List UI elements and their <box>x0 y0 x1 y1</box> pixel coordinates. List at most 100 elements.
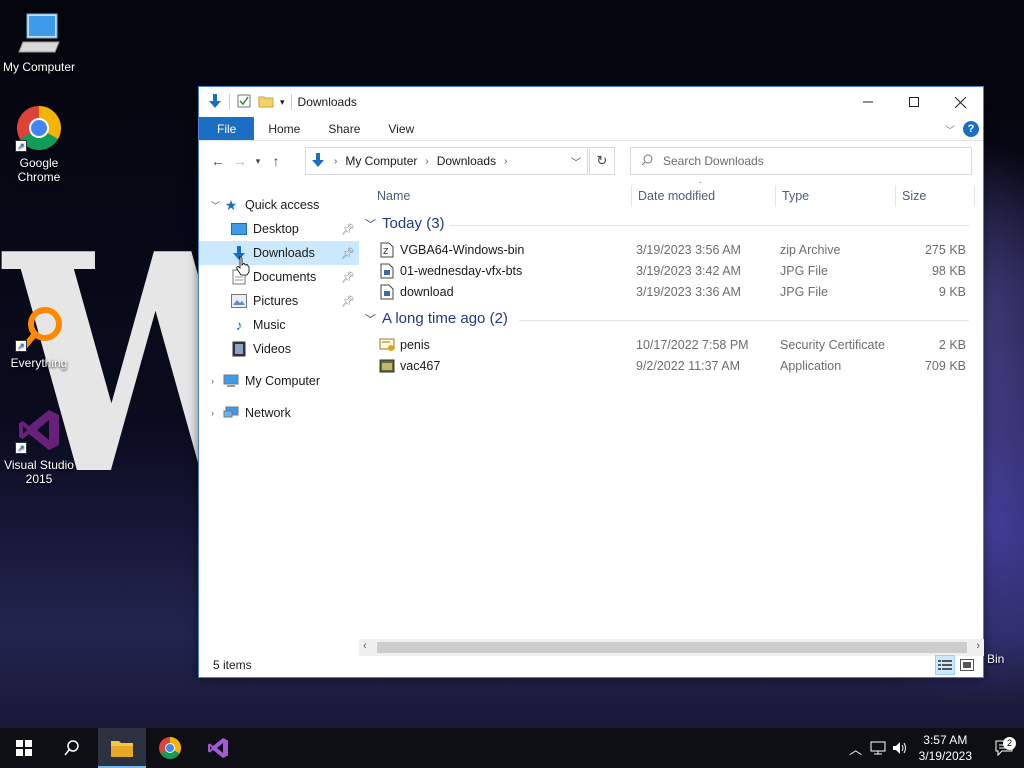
table-row[interactable]: penis 10/17/2022 7:58 PM Security Certif… <box>377 334 977 355</box>
table-row[interactable]: Z VGBA64-Windows-bin 3/19/2023 3:56 AM z… <box>377 239 977 260</box>
customize-qat-dropdown-icon[interactable]: ▾ <box>280 97 285 108</box>
expand-ribbon-chevron-icon[interactable]: ﹀ <box>945 122 955 137</box>
desktop-icon-everything[interactable]: ↗ Everything <box>0 304 81 370</box>
properties-icon[interactable] <box>236 93 252 112</box>
help-icon[interactable]: ? <box>963 121 979 137</box>
nav-item-documents[interactable]: Documents 📌︎ <box>199 265 359 289</box>
taskbar-chrome[interactable] <box>146 728 194 768</box>
recycle-bin-label[interactable]: Bin <box>987 652 1004 666</box>
collapsed-chevron-icon[interactable]: › <box>211 376 223 386</box>
group-header-today[interactable]: ﹀ Today (3) <box>365 215 445 232</box>
column-header-type[interactable]: Type <box>782 189 809 203</box>
taskbar-visual-studio[interactable] <box>194 728 242 768</box>
maximize-button[interactable] <box>891 87 937 117</box>
scrollbar-thumb[interactable] <box>377 642 967 653</box>
pin-icon[interactable]: 📌︎ <box>341 295 355 308</box>
nav-network[interactable]: › Network <box>199 401 359 425</box>
table-row[interactable]: 01-wednesday-vfx-bts 3/19/2023 3:42 AM J… <box>377 260 977 281</box>
folder-icon <box>111 741 133 757</box>
desktop-icon-my-computer[interactable]: My Computer <box>0 8 81 74</box>
tab-file[interactable]: File <box>199 117 255 140</box>
column-header-date-modified[interactable]: Date modified <box>638 189 715 203</box>
desktop-icon-label: Everything <box>10 356 68 370</box>
system-tray: ︿ 3:57 AM 3/19/2023 2 <box>845 728 1024 768</box>
nav-item-downloads[interactable]: Downloads 📌︎ <box>199 241 359 265</box>
title-bar[interactable]: ▾ Downloads <box>199 87 983 117</box>
tab-share[interactable]: Share <box>314 117 374 140</box>
address-bar[interactable]: › My Computer › Downloads › ﹀ <box>305 147 588 175</box>
breadcrumb-separator-icon[interactable]: › <box>334 156 337 167</box>
clock[interactable]: 3:57 AM 3/19/2023 <box>919 732 972 764</box>
search-input[interactable] <box>663 154 943 168</box>
back-arrow-icon[interactable]: ← <box>207 153 229 169</box>
nav-my-computer[interactable]: › My Computer <box>199 369 359 393</box>
desktop-icon-google-chrome[interactable]: ↗ Google Chrome <box>0 104 81 184</box>
table-row[interactable]: download 3/19/2023 3:36 AM JPG File 9 KB <box>377 281 977 302</box>
refresh-button[interactable]: ↻ <box>589 147 615 175</box>
visual-studio-icon: ↗ <box>15 406 63 454</box>
breadcrumb-separator-icon[interactable]: › <box>425 156 428 167</box>
file-size: 275 KB <box>924 242 966 257</box>
file-explorer-window: ▾ Downloads File Home Share View ﹀ ? ← → <box>198 86 984 678</box>
forward-arrow-icon[interactable]: → <box>229 153 251 169</box>
column-header-name[interactable]: Name <box>377 189 410 203</box>
column-header-size[interactable]: Size <box>902 189 926 203</box>
tab-view[interactable]: View <box>374 117 428 140</box>
network-icon[interactable] <box>867 741 889 755</box>
nav-quick-access[interactable]: ﹀ ★ Quick access <box>199 193 359 217</box>
tab-home[interactable]: Home <box>254 117 314 140</box>
minimize-icon <box>863 101 873 103</box>
search-box[interactable] <box>630 147 972 175</box>
table-row[interactable]: vac467 9/2/2022 11:37 AM Application 709… <box>377 355 977 376</box>
show-hidden-icons-chevron-icon[interactable]: ︿ <box>845 739 867 758</box>
everything-search-icon: ↗ <box>15 304 63 352</box>
pin-icon[interactable]: 📌︎ <box>341 223 355 236</box>
column-divider[interactable] <box>895 185 896 207</box>
column-divider[interactable] <box>631 185 632 207</box>
volume-icon[interactable] <box>889 741 911 755</box>
new-folder-icon[interactable] <box>258 93 274 112</box>
minimize-button[interactable] <box>845 87 891 117</box>
address-row: ← → ▾ ↑ › My Computer › Downloads › ﹀ ↻ <box>199 141 983 181</box>
computer-icon <box>15 8 63 56</box>
action-center-button[interactable]: 2 <box>984 737 1024 756</box>
breadcrumb-downloads[interactable]: Downloads <box>437 154 496 168</box>
nav-item-pictures[interactable]: Pictures 📌︎ <box>199 289 359 313</box>
details-view-button[interactable] <box>935 655 955 675</box>
file-size: 709 KB <box>924 358 966 373</box>
breadcrumb-separator-icon[interactable]: › <box>504 156 507 167</box>
start-button[interactable] <box>0 728 48 768</box>
application-icon <box>379 358 395 374</box>
file-list: Name Date modified ˇ Type Size ﹀ Today (… <box>359 181 984 643</box>
pin-icon[interactable]: 📌︎ <box>341 247 355 260</box>
close-button[interactable] <box>937 87 983 117</box>
taskbar: ︿ 3:57 AM 3/19/2023 2 <box>0 728 1024 768</box>
toolbar-separator <box>229 94 230 110</box>
pin-icon[interactable]: 📌︎ <box>341 271 355 284</box>
taskbar-file-explorer[interactable] <box>98 728 146 768</box>
up-arrow-icon[interactable]: ↑ <box>265 153 287 169</box>
desktop-icon-label: My Computer <box>2 60 76 74</box>
group-header-long-ago[interactable]: ﹀ A long time ago (2) <box>365 310 508 327</box>
group-collapse-chevron-icon[interactable]: ﹀ <box>365 311 376 327</box>
recent-locations-chevron-icon[interactable]: ▾ <box>251 156 265 167</box>
search-taskbar-button[interactable] <box>48 728 96 768</box>
expanded-chevron-icon[interactable]: ﹀ <box>211 199 223 212</box>
large-icons-view-button[interactable] <box>957 655 977 675</box>
scroll-right-arrow-icon[interactable]: › <box>976 640 980 652</box>
breadcrumb-my-computer[interactable]: My Computer <box>345 154 417 168</box>
group-collapse-chevron-icon[interactable]: ﹀ <box>365 216 376 232</box>
nav-item-desktop[interactable]: Desktop 📌︎ <box>199 217 359 241</box>
breadcrumb: › My Computer › Downloads › <box>334 154 507 168</box>
column-divider[interactable] <box>974 185 975 207</box>
desktop-icon-visual-studio[interactable]: ↗ Visual Studio 2015 <box>0 406 81 486</box>
address-dropdown-chevron-icon[interactable]: ﹀ <box>571 154 581 169</box>
scroll-left-arrow-icon[interactable]: ‹ <box>363 640 367 652</box>
file-type: zip Archive <box>780 242 841 257</box>
nav-item-videos[interactable]: Videos <box>199 337 359 361</box>
collapsed-chevron-icon[interactable]: › <box>211 408 223 418</box>
nav-item-music[interactable]: ♪ Music <box>199 313 359 337</box>
column-divider[interactable] <box>775 185 776 207</box>
shortcut-arrow-icon: ↗ <box>15 442 27 454</box>
view-toggle-buttons <box>935 655 977 675</box>
